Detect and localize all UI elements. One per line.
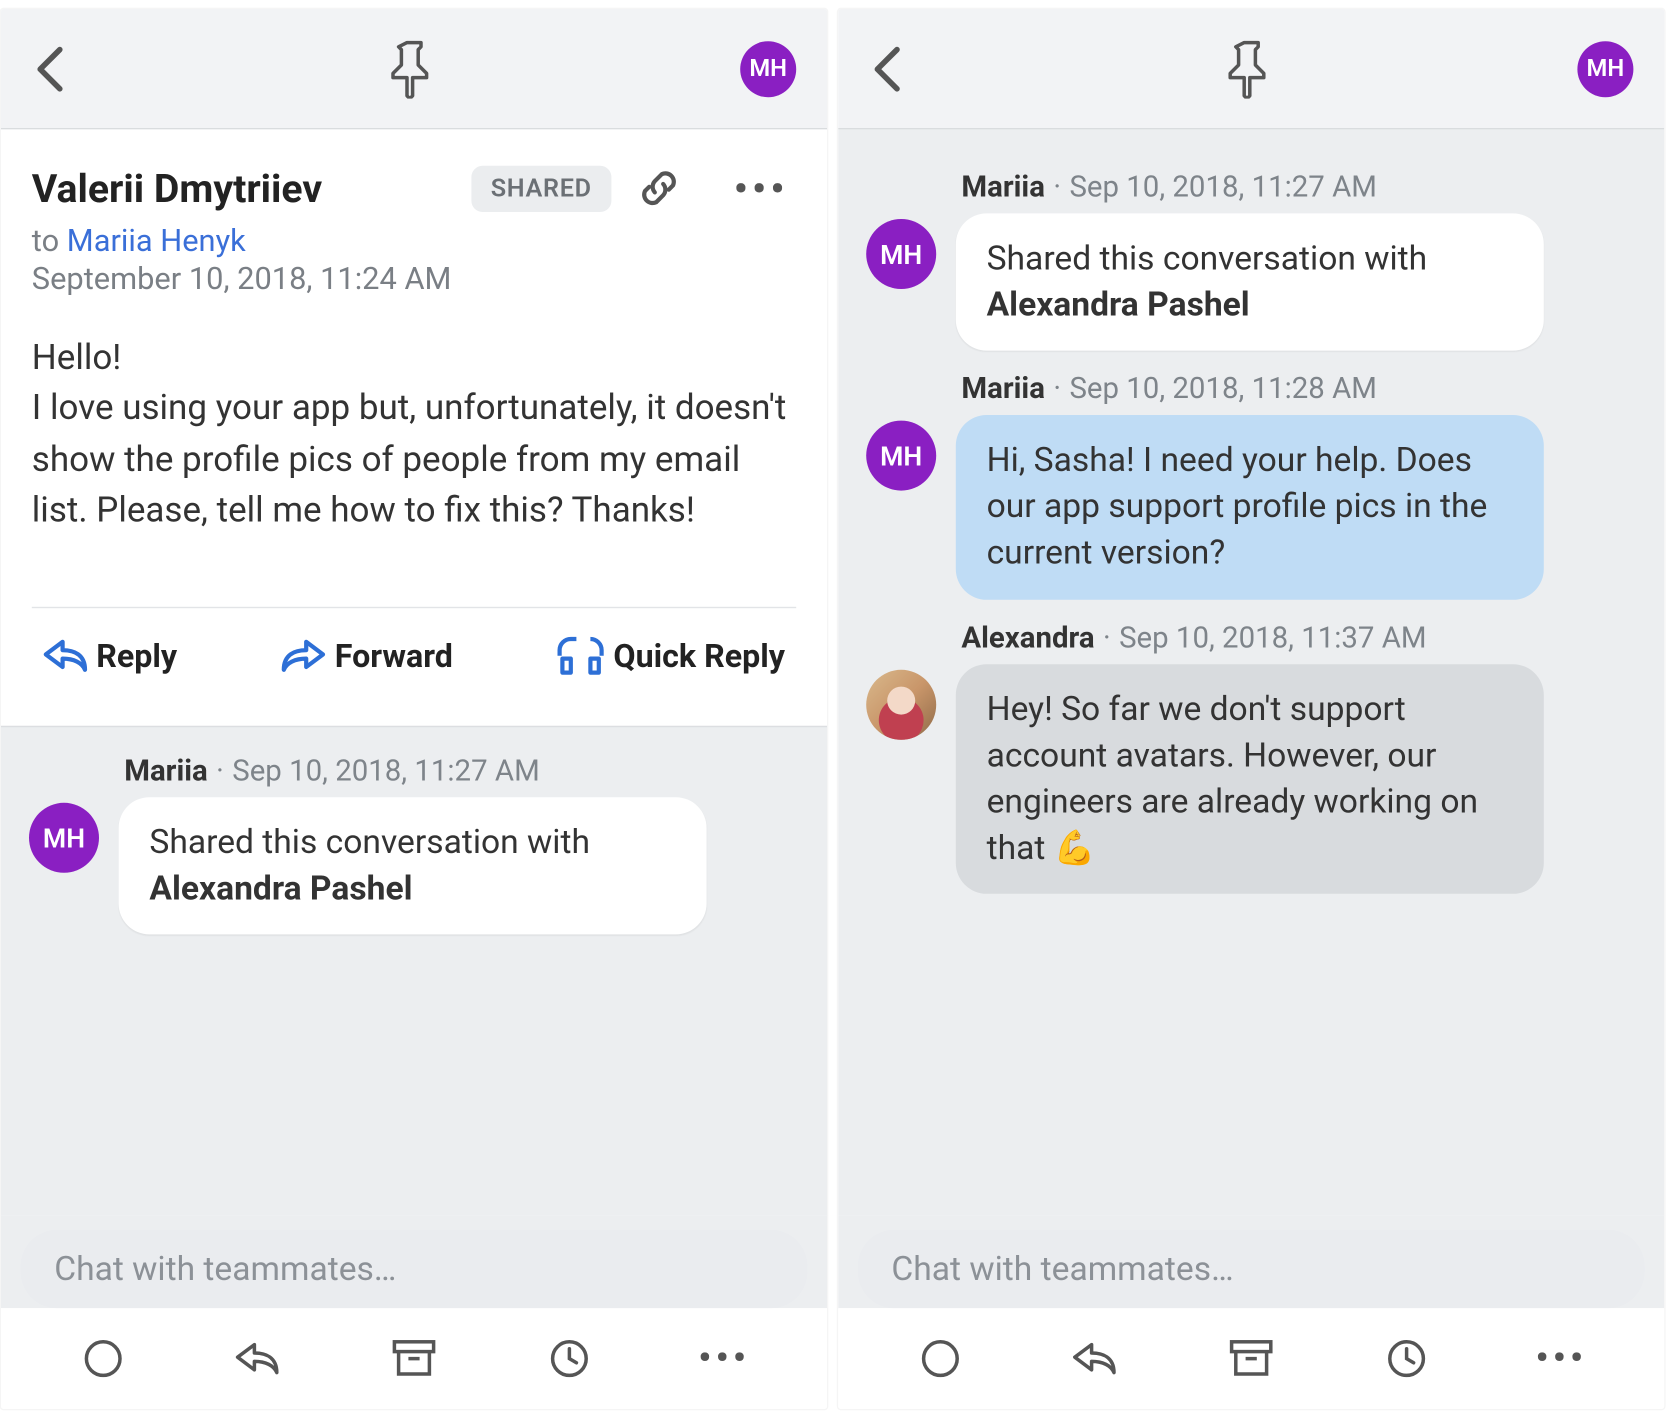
more-icon[interactable]: •••	[685, 1328, 763, 1390]
team-chat: MH Mariia·Sep 10, 2018, 11:27 AM Shared …	[838, 129, 1664, 1215]
user-avatar[interactable]: MH	[1577, 41, 1633, 97]
chat-pane: MH MH Mariia·Sep 10, 2018, 11:27 AM Shar…	[838, 9, 1664, 1409]
chat-message: Alexandra·Sep 10, 2018, 11:37 AM Hey! So…	[866, 622, 1636, 894]
email-view: Valerii Dmytriiev SHARED ••• to Mariia H…	[1, 129, 827, 725]
chat-bubble: Shared this conversation with Alexandra …	[956, 213, 1544, 351]
team-chat: MH Mariia·Sep 10, 2018, 11:27 AM Shared …	[1, 726, 827, 1216]
email-with-chat-pane: MH Valerii Dmytriiev SHARED ••• to Marii…	[1, 9, 827, 1409]
shared-badge: SHARED	[471, 165, 611, 211]
forward-button[interactable]: Forward	[282, 637, 453, 675]
msg-author: Mariia	[961, 373, 1045, 407]
back-button[interactable]	[32, 43, 68, 93]
avatar: MH	[29, 803, 99, 873]
msg-time: Sep 10, 2018, 11:27 AM	[232, 755, 539, 789]
status-circle-icon[interactable]	[65, 1328, 143, 1390]
chat-bubble: Hey! So far we don't support account ava…	[956, 664, 1544, 894]
msg-time: Sep 10, 2018, 11:27 AM	[1069, 171, 1376, 205]
snooze-icon[interactable]	[530, 1328, 608, 1390]
archive-icon[interactable]	[375, 1328, 453, 1390]
to-prefix: to	[32, 225, 67, 260]
msg-time: Sep 10, 2018, 11:37 AM	[1119, 622, 1426, 656]
chat-input[interactable]: Chat with teammates…	[858, 1230, 1645, 1308]
email-body: Hello! I love using your app but, unfort…	[32, 334, 796, 537]
top-bar: MH	[1, 9, 827, 129]
chat-message: MH Mariia·Sep 10, 2018, 11:27 AM Shared …	[866, 171, 1636, 351]
user-avatar[interactable]: MH	[740, 41, 796, 97]
reply-button[interactable]: Reply	[43, 637, 177, 675]
bottom-toolbar: •••	[1, 1308, 827, 1409]
pin-icon[interactable]	[1227, 39, 1275, 98]
more-button[interactable]: •••	[726, 165, 796, 211]
chat-message: MH Mariia·Sep 10, 2018, 11:27 AM Shared …	[29, 755, 799, 935]
msg-author: Alexandra	[961, 622, 1094, 656]
email-actions: Reply Forward Quick Reply	[32, 608, 796, 700]
chat-bubble: Hi, Sasha! I need your help. Does our ap…	[956, 415, 1544, 599]
recipient-link[interactable]: Mariia Henyk	[67, 225, 246, 260]
back-button[interactable]	[869, 43, 905, 93]
avatar: MH	[866, 219, 936, 289]
status-circle-icon[interactable]	[902, 1328, 980, 1390]
snooze-icon[interactable]	[1367, 1328, 1445, 1390]
chat-bubble: Shared this conversation with Alexandra …	[119, 797, 707, 935]
archive-icon[interactable]	[1212, 1328, 1290, 1390]
email-date: September 10, 2018, 11:24 AM	[32, 262, 796, 297]
reply-icon[interactable]	[1057, 1328, 1135, 1390]
reply-icon[interactable]	[220, 1328, 298, 1390]
link-icon[interactable]	[631, 160, 687, 216]
msg-author: Mariia	[961, 171, 1045, 205]
quick-reply-label: Quick Reply	[613, 637, 785, 675]
sender-name: Valerii Dmytriiev	[32, 165, 322, 211]
top-bar: MH	[838, 9, 1664, 129]
chat-input[interactable]: Chat with teammates…	[21, 1230, 808, 1308]
more-icon[interactable]: •••	[1522, 1328, 1600, 1390]
quick-reply-button[interactable]: Quick Reply	[557, 636, 785, 675]
pin-icon[interactable]	[390, 39, 438, 98]
avatar	[866, 669, 936, 739]
msg-time: Sep 10, 2018, 11:28 AM	[1069, 373, 1376, 407]
msg-author: Mariia	[124, 755, 208, 789]
bottom-toolbar: •••	[838, 1308, 1664, 1409]
recipient-line: to Mariia Henyk	[32, 225, 796, 260]
reply-label: Reply	[96, 637, 177, 675]
forward-label: Forward	[335, 637, 453, 675]
avatar: MH	[866, 421, 936, 491]
chat-message: MH Mariia·Sep 10, 2018, 11:28 AM Hi, Sas…	[866, 373, 1636, 599]
